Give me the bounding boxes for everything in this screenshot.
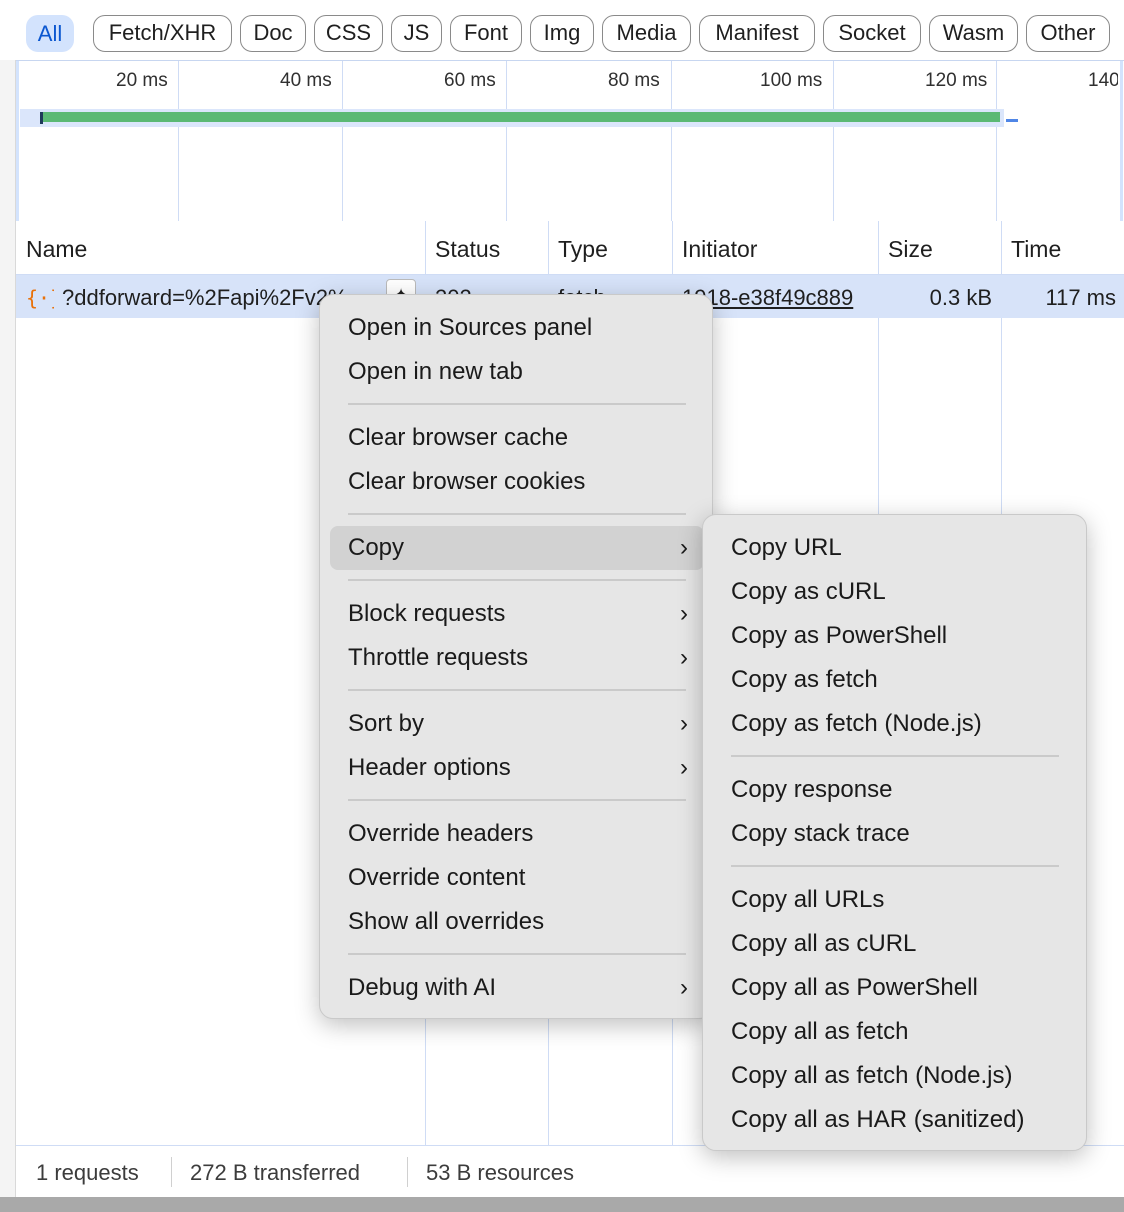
menu-throttle-requests-label: Throttle requests: [348, 644, 529, 671]
menu-copy-as-curl[interactable]: Copy as cURL: [713, 570, 1078, 614]
menu-open-in-sources[interactable]: Open in Sources panel: [330, 306, 704, 350]
overview-start-marker: [40, 112, 43, 124]
menu-copy-all-fetch[interactable]: Copy all as fetch: [713, 1010, 1078, 1054]
timeline-overview[interactable]: 20 ms 40 ms 60 ms 80 ms 100 ms 120 ms 14…: [16, 60, 1124, 222]
copy-submenu: Copy URL Copy as cURL Copy as PowerShell…: [702, 514, 1087, 1151]
filter-doc[interactable]: Doc: [240, 15, 306, 52]
menu-copy-as-fetch-node[interactable]: Copy as fetch (Node.js): [713, 702, 1078, 746]
status-resources: 53 B resources: [426, 1160, 574, 1185]
filter-css[interactable]: CSS: [314, 15, 383, 52]
menu-copy-all-urls[interactable]: Copy all URLs: [713, 878, 1078, 922]
timeline-tick: 120 ms: [925, 70, 988, 91]
column-header-type[interactable]: Type: [548, 221, 672, 274]
menu-override-headers[interactable]: Override headers: [330, 812, 704, 856]
menu-clear-cookies[interactable]: Clear browser cookies: [330, 460, 704, 504]
menu-show-overrides[interactable]: Show all overrides: [330, 900, 704, 944]
context-menu: Open in Sources panel Open in new tab Cl…: [319, 294, 713, 1019]
menu-copy-all-har[interactable]: Copy all as HAR (sanitized): [713, 1098, 1078, 1142]
chevron-right-icon: ›: [680, 644, 688, 671]
chevron-right-icon: ›: [680, 534, 688, 561]
menu-debug-with-ai[interactable]: Debug with AI ›: [330, 966, 704, 1010]
column-header-status[interactable]: Status: [425, 221, 548, 274]
menu-block-requests[interactable]: Block requests ›: [330, 592, 704, 636]
menu-header-options[interactable]: Header options ›: [330, 746, 704, 790]
menu-copy-label: Copy: [348, 534, 405, 561]
column-header-initiator[interactable]: Initiator: [672, 221, 878, 274]
filter-manifest[interactable]: Manifest: [699, 15, 815, 52]
menu-copy-all-fetch-node[interactable]: Copy all as fetch (Node.js): [713, 1054, 1078, 1098]
status-bar: 1 requests 272 B transferred 53 B resour…: [16, 1145, 1124, 1198]
request-size: 0.3 kB: [929, 285, 992, 310]
menu-copy-all-curl[interactable]: Copy all as cURL: [713, 922, 1078, 966]
filter-js[interactable]: JS: [391, 15, 442, 52]
column-header-name[interactable]: Name: [16, 221, 425, 274]
filter-fetch-xhr[interactable]: Fetch/XHR: [93, 15, 232, 52]
filter-other[interactable]: Other: [1026, 15, 1110, 52]
menu-copy-as-powershell[interactable]: Copy as PowerShell: [713, 614, 1078, 658]
timeline-tick: 20 ms: [116, 70, 168, 91]
filter-socket[interactable]: Socket: [823, 15, 921, 52]
menu-copy-response[interactable]: Copy response: [713, 768, 1078, 812]
filter-media[interactable]: Media: [602, 15, 691, 52]
filter-bar: All Fetch/XHR Doc CSS JS Font Img Media …: [0, 0, 1124, 60]
chevron-right-icon: ›: [680, 710, 688, 737]
overview-end-marker: [1006, 119, 1018, 122]
timeline-tick: 40 ms: [280, 70, 332, 91]
filter-wasm[interactable]: Wasm: [929, 15, 1018, 52]
chevron-right-icon: ›: [680, 974, 688, 1001]
menu-copy-all-powershell[interactable]: Copy all as PowerShell: [713, 966, 1078, 1010]
chevron-right-icon: ›: [680, 600, 688, 627]
filter-font[interactable]: Font: [450, 15, 522, 52]
status-transferred: 272 B transferred: [190, 1160, 360, 1185]
menu-clear-cache[interactable]: Clear browser cache: [330, 416, 704, 460]
timeline-tick: 80 ms: [608, 70, 660, 91]
filter-img[interactable]: Img: [530, 15, 594, 52]
menu-copy-as-fetch[interactable]: Copy as fetch: [713, 658, 1078, 702]
filter-all[interactable]: All: [26, 15, 74, 52]
timeline-tick: 140: [1088, 70, 1118, 91]
column-header-time[interactable]: Time: [1001, 221, 1124, 274]
menu-header-options-label: Header options: [348, 754, 511, 781]
column-header-size[interactable]: Size: [878, 221, 1001, 274]
request-time: 117 ms: [1045, 285, 1116, 310]
menu-override-content[interactable]: Override content: [330, 856, 704, 900]
menu-sort-by[interactable]: Sort by ›: [330, 702, 704, 746]
menu-copy-url[interactable]: Copy URL: [713, 526, 1078, 570]
menu-throttle-requests[interactable]: Throttle requests ›: [330, 636, 704, 680]
status-requests: 1 requests: [36, 1160, 139, 1185]
menu-copy[interactable]: Copy ›: [330, 526, 704, 570]
fetch-braces-icon: {·}: [26, 286, 54, 310]
menu-debug-with-ai-label: Debug with AI: [348, 974, 497, 1001]
panel-left-edge: [0, 60, 16, 1197]
overview-left-handle[interactable]: [16, 61, 19, 221]
overview-right-handle[interactable]: [1120, 61, 1123, 221]
menu-sort-by-label: Sort by: [348, 710, 425, 737]
menu-block-requests-label: Block requests: [348, 600, 506, 627]
timeline-tick: 100 ms: [760, 70, 823, 91]
menu-open-new-tab[interactable]: Open in new tab: [330, 350, 704, 394]
timeline-tick: 60 ms: [444, 70, 496, 91]
chevron-right-icon: ›: [680, 754, 688, 781]
overview-request-bar: [42, 112, 1000, 122]
menu-copy-stack-trace[interactable]: Copy stack trace: [713, 812, 1078, 856]
window-bottom-edge: [0, 1197, 1124, 1212]
